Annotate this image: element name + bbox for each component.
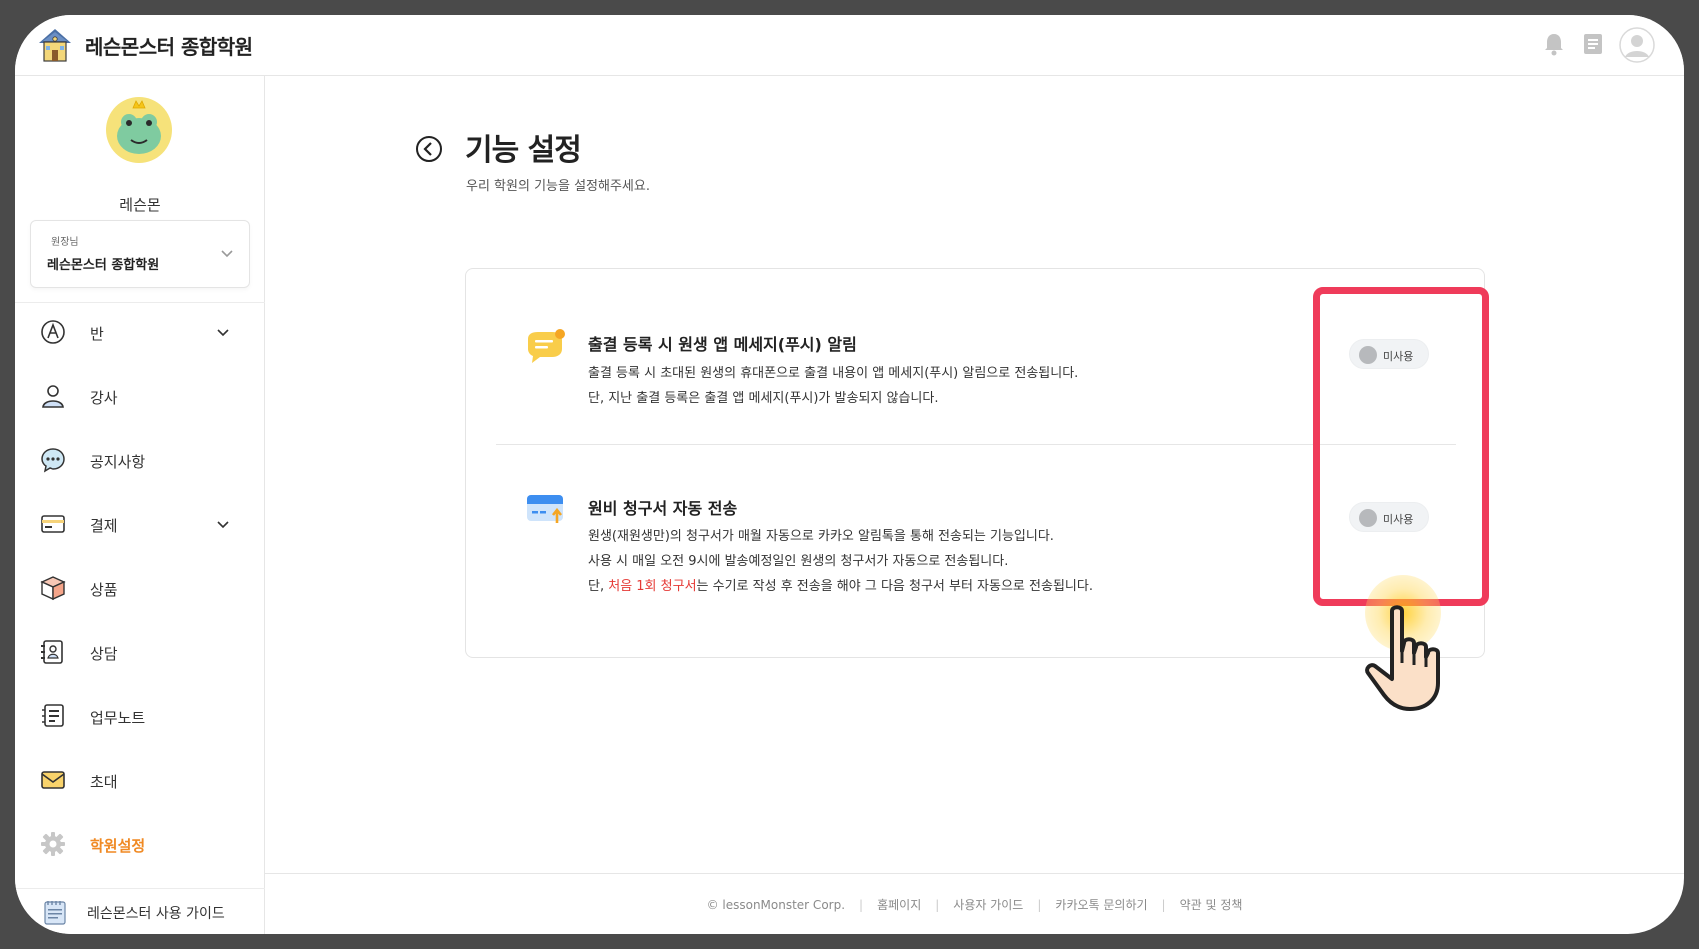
- sidebar-item-label: 업무노트: [90, 709, 146, 727]
- sidebar-item-label: 강사: [90, 389, 118, 407]
- gear-icon: [41, 832, 65, 856]
- desc-suffix: 는 수기로 작성 후 전송을 해야 그 다음 청구서 부터 자동으로 전송됩니다…: [696, 579, 1093, 594]
- academy-role: 원장님: [51, 237, 79, 248]
- feature-desc-line: 단, 지난 출결 등록은 출결 앱 메세지(푸시)가 발송되지 않습니다.: [588, 391, 939, 406]
- sidebar-item-consult[interactable]: 상담: [15, 628, 265, 676]
- user-name: 레슨몬: [119, 196, 161, 214]
- footer-copyright: © lessonMonster Corp.: [706, 898, 846, 912]
- footer-link-kakao-inquiry[interactable]: 카카오톡 문의하기: [1055, 896, 1147, 913]
- footer: © lessonMonster Corp. | 홈페이지 | 사용자 가이드 | 카카오톡 …: [265, 873, 1684, 934]
- mail-icon: [41, 771, 65, 789]
- footer-separator: |: [1161, 898, 1166, 912]
- sidebar-item-label: 결제: [90, 517, 118, 535]
- feature-desc-line: 사용 시 매일 오전 9시에 발송예정일인 원생의 청구서가 자동으로 전송됩니…: [588, 554, 1009, 569]
- sidebar-item-class[interactable]: 반: [15, 308, 265, 356]
- sidebar-divider: [15, 888, 265, 889]
- sidebar-item-payment[interactable]: 결제: [15, 500, 265, 548]
- box-icon: [40, 576, 66, 601]
- sidebar-item-notice[interactable]: 공지사항: [15, 436, 265, 484]
- notepad-icon: [44, 901, 66, 925]
- frog-avatar[interactable]: [105, 96, 173, 164]
- footer-link-terms[interactable]: 약관 및 정책: [1180, 896, 1243, 913]
- teacher-icon: [42, 385, 64, 408]
- class-icon: [41, 320, 65, 344]
- note-icon: [42, 704, 64, 727]
- school-logo-icon[interactable]: [35, 25, 75, 65]
- sidebar-item-label: 공지사항: [90, 453, 146, 471]
- sidebar-item-invite[interactable]: 초대: [15, 756, 265, 804]
- chevron-down-icon: [217, 521, 229, 529]
- feature-desc-line: 출결 등록 시 초대된 원생의 휴대폰으로 출결 내용이 앱 메세지(푸시) 알…: [588, 366, 1079, 381]
- bell-icon[interactable]: [1541, 31, 1567, 57]
- sidebar-divider: [15, 302, 265, 303]
- app-window: 레슨몬스터 종합학원 레슨몬 원장님 레슨몬스터 종합학원 반 강사 공지사항 …: [15, 15, 1684, 934]
- brand-title: 레슨몬스터 종합학원: [85, 35, 253, 59]
- notice-chat-icon: [41, 448, 65, 473]
- sidebar-item-label: 반: [90, 325, 104, 343]
- pointing-hand-icon: [1365, 605, 1440, 711]
- sidebar-item-label: 상품: [90, 581, 118, 599]
- push-message-icon: [528, 329, 565, 363]
- sidebar-item-label: 레슨몬스터 사용 가이드: [87, 906, 225, 922]
- sidebar-item-user-guide[interactable]: 레슨몬스터 사용 가이드: [15, 891, 265, 934]
- sidebar-item-teacher[interactable]: 강사: [15, 372, 265, 420]
- footer-links: © lessonMonster Corp. | 홈페이지 | 사용자 가이드 | 카카오톡 …: [265, 896, 1684, 913]
- sidebar-item-worknote[interactable]: 업무노트: [15, 692, 265, 740]
- footer-separator: |: [1037, 898, 1042, 912]
- invoice-card-icon: [527, 495, 563, 523]
- card-icon: [41, 515, 65, 533]
- page-subtitle: 우리 학원의 기능을 설정해주세요.: [466, 179, 650, 194]
- desc-prefix: 단,: [588, 579, 609, 594]
- sidebar-item-label: 학원설정: [90, 837, 146, 855]
- footer-link-homepage[interactable]: 홈페이지: [877, 896, 921, 913]
- sidebar-item-label: 초대: [90, 773, 118, 791]
- academy-name: 레슨몬스터 종합학원: [47, 258, 160, 273]
- top-bar: 레슨몬스터 종합학원: [15, 15, 1684, 76]
- feature-title: 출결 등록 시 원생 앱 메세지(푸시) 알림: [588, 335, 857, 354]
- consult-icon: [41, 640, 63, 664]
- desc-highlight: 처음 1회 청구서: [608, 579, 697, 594]
- highlight-box: [1313, 287, 1489, 606]
- sidebar: 레슨몬 원장님 레슨몬스터 종합학원 반 강사 공지사항 결제 상품 상담 업무…: [15, 76, 265, 934]
- footer-separator: |: [935, 898, 940, 912]
- feature-desc-line: 원생(재원생만)의 청구서가 매월 자동으로 카카오 알림톡을 통해 전송되는 …: [588, 529, 1054, 544]
- feature-description: 원생(재원생만)의 청구서가 매월 자동으로 카카오 알림톡을 통해 전송되는 …: [588, 524, 1093, 599]
- sidebar-item-product[interactable]: 상품: [15, 564, 265, 612]
- user-avatar-icon[interactable]: [1619, 27, 1655, 63]
- feature-desc-line: 단, 처음 1회 청구서는 수기로 작성 후 전송을 해야 그 다음 청구서 부…: [588, 574, 1093, 599]
- footer-separator: |: [859, 898, 864, 912]
- chevron-down-icon: [221, 250, 233, 258]
- academy-selector[interactable]: 원장님 레슨몬스터 종합학원: [30, 220, 250, 288]
- footer-link-user-guide[interactable]: 사용자 가이드: [953, 896, 1023, 913]
- document-icon[interactable]: [1580, 31, 1606, 57]
- sidebar-item-academy-settings[interactable]: 학원설정: [15, 820, 265, 868]
- back-button[interactable]: [415, 135, 443, 163]
- sidebar-item-label: 상담: [90, 645, 118, 663]
- chevron-down-icon: [217, 329, 229, 337]
- feature-title: 원비 청구서 자동 전송: [588, 499, 738, 518]
- feature-description: 출결 등록 시 초대된 원생의 휴대폰으로 출결 내용이 앱 메세지(푸시) 알…: [588, 361, 1078, 411]
- page-title: 기능 설정: [465, 133, 582, 168]
